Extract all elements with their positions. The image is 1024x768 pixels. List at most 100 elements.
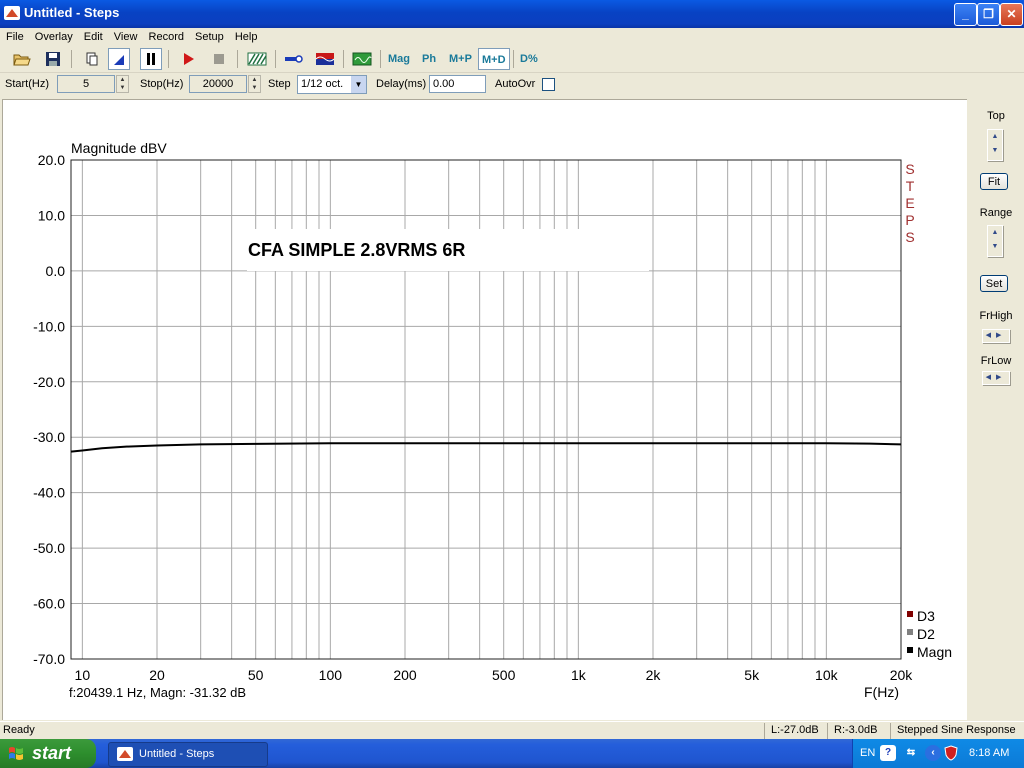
y-tick-label: 20.0: [38, 152, 65, 168]
toolbar-separator: [168, 50, 169, 68]
help-icon[interactable]: ?: [880, 745, 896, 761]
delay-input[interactable]: 0.00: [429, 75, 486, 93]
security-shield-icon[interactable]: [943, 745, 959, 761]
x-tick-label: 10k: [815, 667, 839, 683]
toolbar: Mag Ph M+P M+D D%: [0, 46, 1024, 73]
y-tick-label: -30.0: [33, 429, 65, 445]
open-folder-icon[interactable]: [11, 48, 33, 70]
top-spinner[interactable]: ▲ ▼: [987, 129, 1003, 161]
spectrum-icon[interactable]: [314, 48, 336, 70]
start-hz-spinner[interactable]: ▲ ▼: [116, 75, 129, 93]
copy-icon[interactable]: [80, 48, 102, 70]
step-select[interactable]: 1/12 oct. ▼: [297, 75, 367, 94]
status-mode: Stepped Sine Response: [897, 724, 1016, 736]
status-left-level: L:-27.0dB: [771, 724, 819, 736]
start-button[interactable]: start: [0, 739, 96, 768]
chevron-left-icon[interactable]: ‹: [925, 745, 941, 761]
play-icon[interactable]: [177, 48, 199, 70]
autoovr-checkbox[interactable]: [542, 78, 555, 91]
status-ready: Ready: [3, 724, 35, 736]
mag-distortion-button[interactable]: M+D: [478, 48, 510, 70]
menu-record[interactable]: Record: [145, 28, 188, 46]
menu-setup[interactable]: Setup: [191, 28, 228, 46]
side-label-letter: S: [905, 161, 914, 177]
start-hz-input[interactable]: 5: [57, 75, 115, 93]
range-spinner[interactable]: ▲ ▼: [987, 225, 1003, 257]
x-tick-label: 500: [492, 667, 516, 683]
network-icon[interactable]: ⇆: [903, 745, 919, 761]
status-right-level: R:-3.0dB: [834, 724, 878, 736]
series-line-magn: [70, 442, 902, 453]
menu-help[interactable]: Help: [231, 28, 262, 46]
probe-icon[interactable]: [283, 48, 305, 70]
side-label-letter: S: [905, 229, 914, 245]
frlow-label: FrLow: [980, 355, 1012, 367]
save-icon[interactable]: [42, 48, 64, 70]
start-label: Start(Hz): [5, 78, 49, 90]
legend-swatch: [907, 647, 913, 653]
language-indicator[interactable]: EN: [860, 747, 875, 759]
close-button[interactable]: ✕: [1000, 3, 1023, 26]
menu-file[interactable]: File: [2, 28, 28, 46]
x-tick-label: 200: [393, 667, 417, 683]
legend-swatch: [907, 629, 913, 635]
menu-edit[interactable]: Edit: [80, 28, 107, 46]
mag-phase-button[interactable]: M+P: [447, 48, 474, 70]
legend-label: D2: [917, 626, 935, 642]
frlow-spinner[interactable]: ◀▶: [982, 371, 1010, 385]
set-button[interactable]: Set: [980, 275, 1008, 292]
toolbar-separator: [343, 50, 344, 68]
status-divider: [827, 723, 828, 739]
distortion-percent-button[interactable]: D%: [518, 48, 540, 70]
minimize-button[interactable]: _: [954, 3, 977, 26]
taskbar-item-steps[interactable]: Untitled - Steps: [108, 742, 268, 767]
pause-icon[interactable]: [140, 48, 162, 70]
app-icon[interactable]: [4, 6, 20, 20]
y-tick-label: -10.0: [33, 318, 65, 334]
window-title: Untitled - Steps: [24, 5, 120, 20]
top-label: Top: [987, 110, 1005, 122]
parameter-bar: Start(Hz) 5 ▲ ▼ Stop(Hz) 20000 ▲ ▼ Step 1/…: [0, 73, 1024, 97]
magnitude-chart[interactable]: 20.0 10.0 0.0 -10.0 -20.0 -30.0 -40.0 -50.0 -60.…: [3, 100, 967, 720]
step-label: Step: [268, 78, 291, 90]
y-tick-label: -50.0: [33, 540, 65, 556]
toolbar-separator: [237, 50, 238, 68]
autoovr-label: AutoOvr: [495, 78, 536, 90]
pattern-icon[interactable]: [246, 48, 268, 70]
step-select-value: 1/12 oct.: [301, 78, 344, 90]
x-tick-label: 1k: [571, 667, 587, 683]
status-divider: [890, 723, 891, 739]
windows-flag-icon: [9, 747, 23, 760]
chart-title: CFA SIMPLE 2.8VRMS 6R: [248, 240, 465, 260]
cursor-icon[interactable]: [108, 48, 130, 70]
stop-hz-spinner[interactable]: ▲ ▼: [248, 75, 261, 93]
start-label: start: [32, 743, 72, 763]
y-tick-label: -40.0: [33, 485, 65, 501]
x-tick-label: 20: [149, 667, 165, 683]
frhigh-spinner[interactable]: ◀▶: [982, 329, 1010, 343]
plot-area[interactable]: 20.0 10.0 0.0 -10.0 -20.0 -30.0 -40.0 -50.0 -60.…: [2, 99, 967, 720]
y-tick-label: -60.0: [33, 596, 65, 612]
x-tick-label: 2k: [646, 667, 662, 683]
monitor-icon[interactable]: [351, 48, 373, 70]
status-divider: [764, 723, 765, 739]
stop-icon[interactable]: [208, 48, 230, 70]
taskbar-item-label: Untitled - Steps: [139, 748, 215, 760]
menu-overlay[interactable]: Overlay: [31, 28, 77, 46]
range-label: Range: [979, 207, 1013, 219]
mag-button[interactable]: Mag: [386, 48, 412, 70]
y-tick-label: 0.0: [46, 263, 66, 279]
x-tick-label: 50: [248, 667, 264, 683]
y-tick-label: 10.0: [38, 207, 65, 223]
title-bar: Untitled - Steps _ ❐ ✕: [0, 0, 1024, 28]
chevron-down-icon[interactable]: ▼: [351, 76, 366, 93]
menu-view[interactable]: View: [110, 28, 142, 46]
status-bar: Ready L:-27.0dB R:-3.0dB Stepped Sine Re…: [0, 721, 1024, 740]
phase-button[interactable]: Ph: [420, 48, 438, 70]
maximize-button[interactable]: ❐: [977, 3, 1000, 26]
stop-hz-input[interactable]: 20000: [189, 75, 247, 93]
fit-button[interactable]: Fit: [980, 173, 1008, 190]
y-tick-label: -70.0: [33, 651, 65, 667]
side-label-letter: T: [906, 178, 915, 194]
clock: 8:18 AM: [969, 747, 1010, 759]
